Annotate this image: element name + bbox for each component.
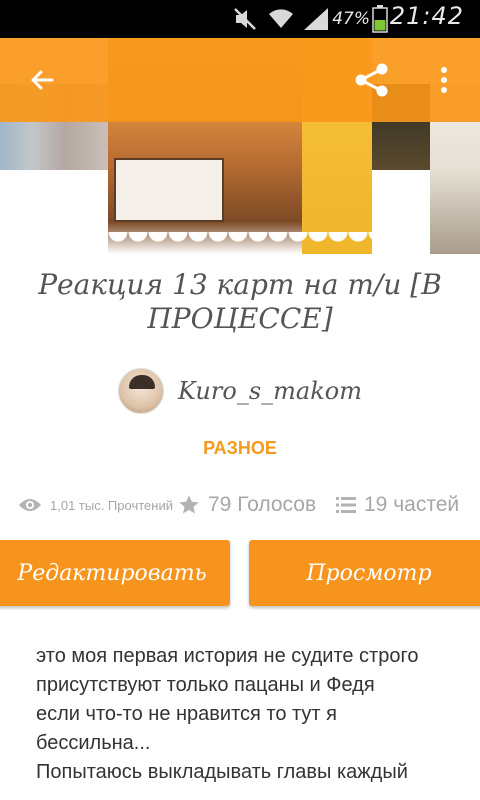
arrow-left-icon bbox=[31, 70, 54, 90]
list-icon bbox=[336, 497, 356, 513]
cover-box bbox=[114, 158, 224, 222]
story-stats: 1,01 тыс. Прочтений 79 Голосов 19 частей bbox=[0, 488, 480, 522]
battery-percent: 47% bbox=[332, 9, 370, 29]
back-button[interactable] bbox=[22, 60, 62, 100]
parts-stat: 19 частей bbox=[336, 488, 459, 522]
battery-icon bbox=[372, 5, 388, 33]
avatar[interactable] bbox=[118, 368, 165, 414]
description-line: Попытаюсь выкладывать главы каждый bbox=[36, 761, 408, 783]
author-row[interactable]: Kuro_s_makom bbox=[0, 366, 480, 416]
eye-icon bbox=[19, 499, 41, 511]
share-icon bbox=[355, 63, 388, 97]
share-button[interactable] bbox=[352, 60, 392, 100]
status-bar: 47% 21:42 bbox=[0, 0, 480, 38]
signal-icon bbox=[302, 6, 330, 32]
author-name[interactable]: Kuro_s_makom bbox=[178, 377, 362, 405]
clock: 21:42 bbox=[389, 2, 464, 30]
category-tag[interactable]: РАЗНОЕ bbox=[0, 438, 480, 459]
more-vert-icon bbox=[441, 67, 447, 93]
wifi-icon bbox=[266, 6, 296, 32]
mute-icon bbox=[232, 6, 258, 32]
star-icon bbox=[179, 495, 199, 514]
edit-button[interactable]: Редактировать bbox=[0, 540, 230, 606]
parts-count: 19 частей bbox=[364, 493, 460, 516]
more-options-button[interactable] bbox=[424, 60, 464, 100]
cover-scallop bbox=[108, 232, 372, 254]
description-line: присутствуют только пацаны и Федя bbox=[36, 674, 375, 696]
description-line: это моя первая история не судите строго bbox=[36, 645, 419, 667]
story-description: это моя первая история не судите строго … bbox=[36, 642, 456, 787]
story-title: Реакция 13 карт на т/и [В ПРОЦЕССЕ] bbox=[38, 268, 442, 335]
reads-stat: 1,01 тыс. Прочтений bbox=[18, 488, 173, 522]
votes-stat: 79 Голосов bbox=[178, 488, 316, 522]
view-button[interactable]: Просмотр bbox=[249, 540, 480, 606]
votes-count: 79 Голосов bbox=[208, 493, 317, 516]
description-line: если что-то не нравится то тут я бессиль… bbox=[36, 703, 343, 754]
app-bar bbox=[0, 38, 480, 122]
reads-count: 1,01 тыс. Прочтений bbox=[50, 497, 173, 513]
